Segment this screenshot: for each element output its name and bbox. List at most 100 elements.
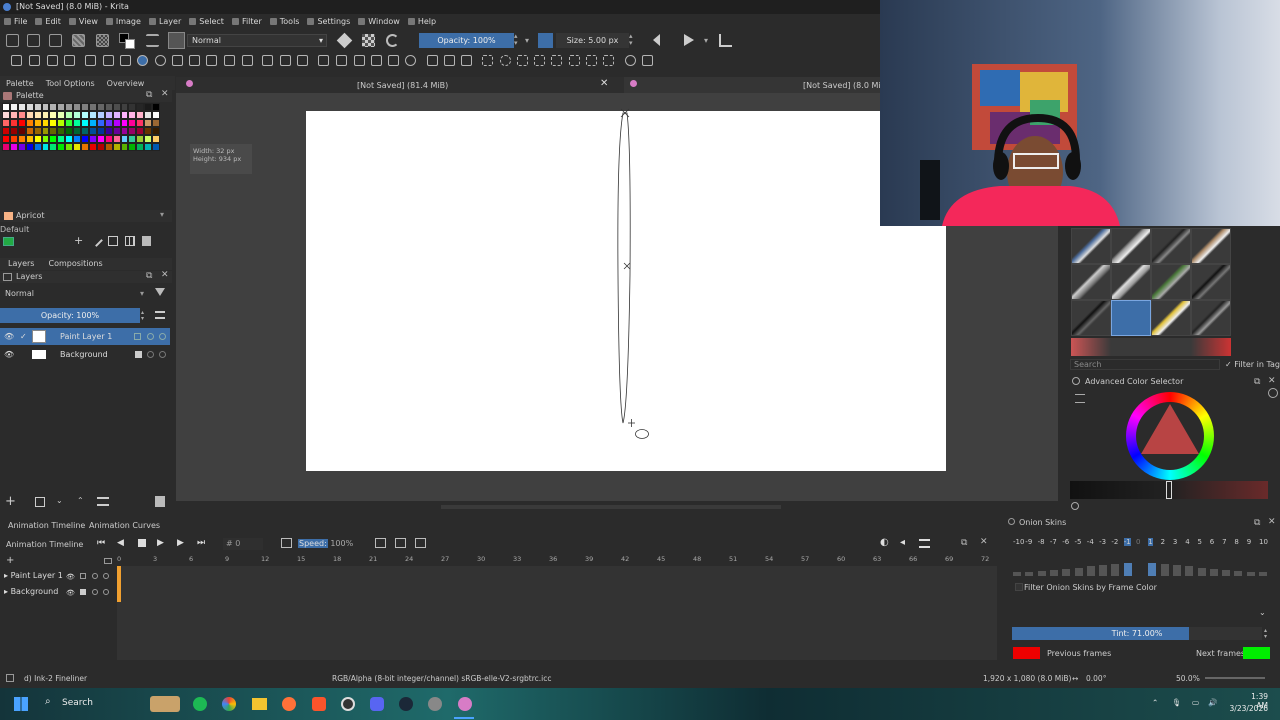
palette-swatch[interactable] xyxy=(136,119,145,127)
chevron-down-icon[interactable]: ⌄ xyxy=(56,496,63,505)
timeline-menu-icon[interactable] xyxy=(919,539,930,548)
palette-swatch[interactable] xyxy=(112,111,121,119)
saturation-value-triangle[interactable] xyxy=(1141,404,1199,454)
palette-swatch[interactable] xyxy=(57,103,66,111)
edit-palette-icon[interactable] xyxy=(90,234,103,247)
next-frame-icon[interactable]: ▶ xyxy=(177,538,184,548)
color-options-icon[interactable] xyxy=(1268,388,1278,398)
palette-settings-icon[interactable] xyxy=(108,236,118,246)
palette-swatch[interactable] xyxy=(33,103,42,111)
palette-swatch[interactable] xyxy=(136,143,145,151)
float-icon[interactable]: ⧉ xyxy=(1254,518,1260,528)
palette-swatch[interactable] xyxy=(17,135,26,143)
onion-opacity-bar[interactable] xyxy=(1111,564,1120,576)
palette-swatch[interactable] xyxy=(128,127,137,135)
layer-name[interactable]: Paint Layer 1 xyxy=(60,328,112,345)
delete-color-icon[interactable] xyxy=(142,236,151,246)
timeline-scrollbar[interactable] xyxy=(5,660,995,666)
palette-swatch[interactable] xyxy=(88,111,97,119)
palette-swatch[interactable] xyxy=(41,127,50,135)
settings-gear-icon[interactable] xyxy=(428,697,442,711)
line-tool-icon[interactable] xyxy=(103,55,114,66)
palette-swatch[interactable] xyxy=(2,135,10,143)
freehand-select-tool-icon[interactable] xyxy=(534,55,545,66)
bezier-select-tool-icon[interactable] xyxy=(586,55,597,66)
enclose-fill-tool-icon[interactable] xyxy=(405,55,416,66)
onion-opacity-bar[interactable] xyxy=(1160,564,1169,576)
polygon-select-tool-icon[interactable] xyxy=(517,55,528,66)
text-tool-icon[interactable] xyxy=(29,55,40,66)
crop-icon[interactable] xyxy=(719,34,732,47)
onion-opacity-bar[interactable] xyxy=(1123,563,1132,576)
palette-swatch[interactable] xyxy=(88,127,97,135)
lock-icon[interactable] xyxy=(80,589,86,595)
palette-swatch[interactable] xyxy=(33,111,42,119)
palette-swatch[interactable] xyxy=(96,103,105,111)
float-icon[interactable]: ⧉ xyxy=(146,90,152,100)
mirror-horizontal-icon[interactable] xyxy=(646,34,660,46)
elliptical-select-tool-icon[interactable] xyxy=(500,55,511,66)
add-timeline-layer-icon[interactable]: + xyxy=(6,555,14,566)
palette-swatch[interactable] xyxy=(144,127,153,135)
brush-ink-4[interactable] xyxy=(1151,300,1191,336)
calligraphy-tool-icon[interactable] xyxy=(64,55,75,66)
duplicate-keyframe-icon[interactable] xyxy=(395,538,406,548)
volume-icon[interactable]: 🔊 xyxy=(1208,698,1217,707)
palette-swatch[interactable] xyxy=(65,135,74,143)
smart-patch-tool-icon[interactable] xyxy=(371,55,382,66)
filter-by-color-checkbox[interactable] xyxy=(1015,583,1023,591)
timeline-settings-icon[interactable] xyxy=(104,558,112,564)
onion-opacity-bar[interactable] xyxy=(1086,566,1095,576)
new-document-icon[interactable] xyxy=(6,34,19,47)
palette-swatch[interactable] xyxy=(9,103,18,111)
onion-opacity-bar[interactable] xyxy=(1234,570,1243,576)
bezier-tool-icon[interactable] xyxy=(189,55,200,66)
onion-frame-number[interactable]: 1 xyxy=(1148,538,1153,546)
layer-filter-icon[interactable] xyxy=(155,288,165,296)
close-icon[interactable]: ✕ xyxy=(980,537,988,547)
layer-properties-icon[interactable] xyxy=(97,497,109,506)
onion-skin-toggle-icon[interactable] xyxy=(92,573,98,579)
brush-marker-1[interactable] xyxy=(1151,264,1191,300)
eye-icon[interactable]: 👁 xyxy=(4,346,14,363)
last-frame-icon[interactable]: ⏭ xyxy=(197,538,205,548)
palette-swatch[interactable] xyxy=(136,111,145,119)
menu-layer[interactable]: Layer xyxy=(148,17,181,26)
palette-swatch[interactable] xyxy=(112,143,121,151)
transform-tool-icon[interactable] xyxy=(297,55,308,66)
palette-swatch[interactable] xyxy=(120,111,129,119)
palette-swatch[interactable] xyxy=(41,135,50,143)
palette-swatch[interactable] xyxy=(17,103,26,111)
add-color-icon[interactable]: + xyxy=(74,234,83,247)
stop-icon[interactable] xyxy=(138,539,146,547)
float-icon[interactable]: ⧉ xyxy=(1254,377,1260,387)
discord-icon[interactable] xyxy=(370,697,384,711)
background-color-icon[interactable] xyxy=(125,39,135,49)
timeline-frames-grid[interactable] xyxy=(117,566,997,660)
clock-date[interactable]: 3/23/2026 xyxy=(1225,704,1268,713)
gradient-tool-icon[interactable] xyxy=(318,55,329,66)
palette-swatch[interactable] xyxy=(96,135,105,143)
close-icon[interactable]: ✕ xyxy=(161,270,169,280)
tint-slider[interactable]: Tint: 71.00% xyxy=(1012,627,1262,640)
brush-ink-5[interactable] xyxy=(1191,300,1231,336)
brush-pencil-3[interactable] xyxy=(1151,228,1191,264)
tab-tool-options[interactable]: Tool Options xyxy=(46,79,95,88)
palette-swatch[interactable] xyxy=(9,135,18,143)
palette-swatch[interactable] xyxy=(2,111,10,119)
palette-swatch[interactable] xyxy=(33,135,42,143)
onion-frame-number[interactable]: 7 xyxy=(1222,538,1226,546)
palette-swatch[interactable] xyxy=(120,119,129,127)
palette-swatch[interactable] xyxy=(128,143,137,151)
brush-marker-2[interactable] xyxy=(1191,264,1231,300)
onion-frame-number[interactable]: -9 xyxy=(1025,538,1032,546)
pattern-icon[interactable] xyxy=(96,34,109,47)
onion-frame-number[interactable]: -10 xyxy=(1013,538,1024,546)
polyline-tool-icon[interactable] xyxy=(172,55,183,66)
inherit-alpha-icon[interactable] xyxy=(159,333,166,340)
palette-swatch[interactable] xyxy=(120,135,129,143)
previous-frame-icon[interactable]: ◀ xyxy=(117,538,124,548)
palette-swatch[interactable] xyxy=(2,127,10,135)
palette-swatch[interactable] xyxy=(73,119,81,127)
select-shapes-tool-icon[interactable] xyxy=(11,55,22,66)
